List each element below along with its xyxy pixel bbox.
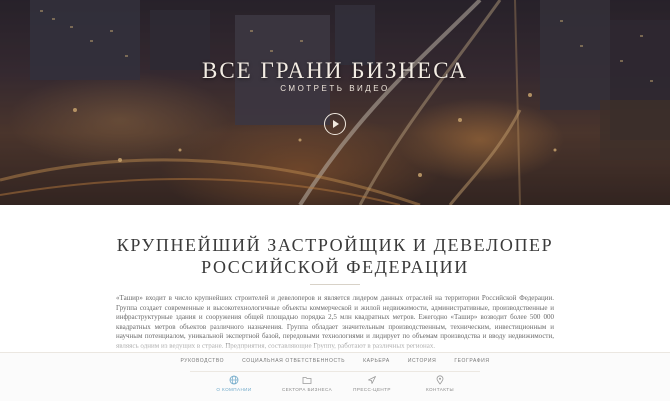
bottom-navigation: РУКОВОДСТВО СОЦИАЛЬНАЯ ОТВЕТСТВЕННОСТЬ К… [0,352,670,401]
nav-item-about[interactable]: О КОМПАНИИ [204,375,264,392]
hero-title: ВСЕ ГРАНИ БИЗНЕСА [201,58,468,83]
nav-divider [190,371,480,372]
headline-divider [310,284,360,285]
city-night-image [0,0,670,205]
text-fade-overlay [0,340,670,352]
folder-icon [302,377,312,384]
headline-line-2: РОССИЙСКОЙ ФЕДЕРАЦИИ [201,257,469,277]
nav-item-contacts-label: КОНТАКТЫ [426,387,454,392]
subnav-item-geography[interactable]: ГЕОГРАФИЯ [454,358,489,364]
watch-video-link[interactable]: СМОТРЕТЬ ВИДЕО [0,84,670,93]
play-video-button[interactable] [324,113,346,135]
nav-item-contacts[interactable]: КОНТАКТЫ [410,375,470,392]
nav-item-business-sectors-label: СЕКТОРА БИЗНЕСА [281,387,333,392]
page-headline: КРУПНЕЙШИЙ ЗАСТРОЙЩИК И ДЕВЕЛОПЕР РОССИЙ… [0,234,670,278]
nav-item-about-label: О КОМПАНИИ [216,387,252,392]
hero-banner: ВСЕ ГРАНИ БИЗНЕСА СМОТРЕТЬ ВИДЕО [0,0,670,205]
nav-item-business-sectors[interactable]: СЕКТОРА БИЗНЕСА [277,375,337,392]
map-pin-icon [436,375,444,385]
subnav-item-history[interactable]: ИСТОРИЯ [408,358,437,364]
nav-item-press-center[interactable]: ПРЕСС-ЦЕНТР [342,375,402,392]
send-icon [368,376,376,384]
globe-icon [229,375,239,385]
sub-navigation: РУКОВОДСТВО СОЦИАЛЬНАЯ ОТВЕТСТВЕННОСТЬ К… [0,358,670,364]
main-navigation: О КОМПАНИИ СЕКТОРА БИЗНЕСА ПРЕСС-ЦЕНТР К… [0,375,670,399]
nav-item-press-center-label: ПРЕСС-ЦЕНТР [353,387,391,392]
headline-line-1: КРУПНЕЙШИЙ ЗАСТРОЙЩИК И ДЕВЕЛОПЕР [116,235,554,255]
subnav-item-career[interactable]: КАРЬЕРА [363,358,390,364]
subnav-item-management[interactable]: РУКОВОДСТВО [180,358,224,364]
play-icon [333,120,339,128]
subnav-item-social-responsibility[interactable]: СОЦИАЛЬНАЯ ОТВЕТСТВЕННОСТЬ [242,358,345,364]
